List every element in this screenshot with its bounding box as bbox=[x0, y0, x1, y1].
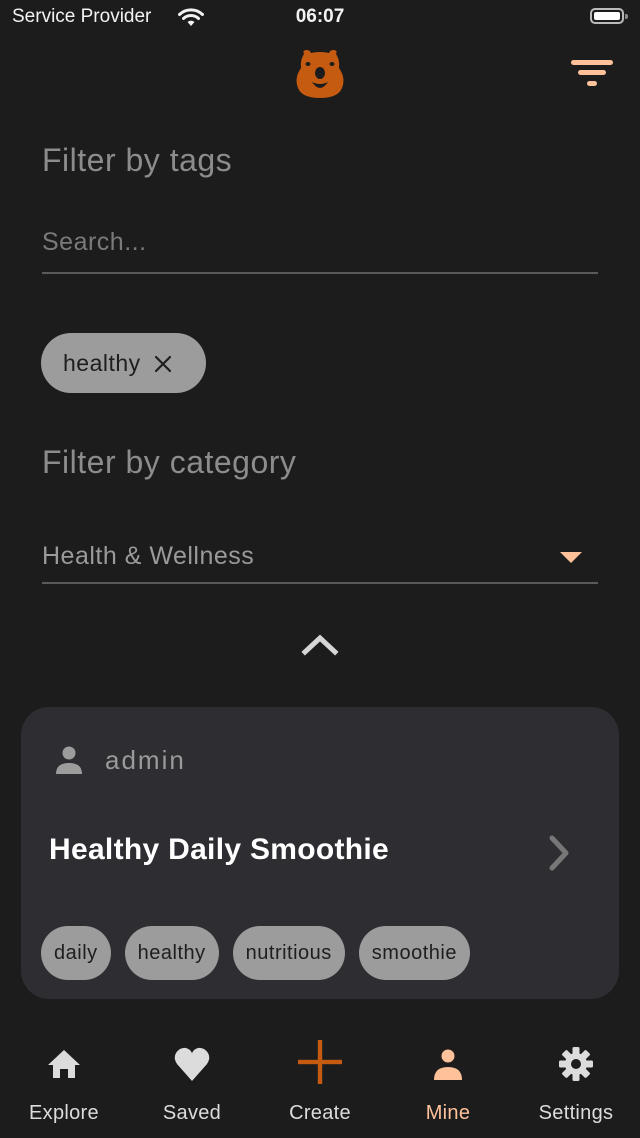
filter-icon bbox=[571, 60, 613, 86]
category-dropdown[interactable]: Health & Wellness bbox=[42, 530, 598, 584]
tag-chip[interactable]: nutritious bbox=[232, 926, 345, 980]
tag-chip[interactable]: healthy bbox=[124, 926, 219, 980]
battery-icon bbox=[590, 8, 628, 24]
collapse-filters-button[interactable] bbox=[300, 630, 340, 660]
caret-down-icon bbox=[560, 552, 582, 563]
chevron-right-icon[interactable] bbox=[545, 833, 573, 878]
tab-label: Create bbox=[289, 1102, 351, 1124]
selected-tag-chip[interactable]: healthy bbox=[41, 333, 206, 393]
tag-chip[interactable]: smoothie bbox=[358, 926, 470, 980]
tab-bar: Explore Saved Create Mine Settings bbox=[0, 1030, 640, 1138]
tab-explore[interactable]: Explore bbox=[0, 1030, 128, 1138]
card-title: Healthy Daily Smoothie bbox=[49, 833, 390, 866]
tab-settings[interactable]: Settings bbox=[512, 1030, 640, 1138]
tab-label: Mine bbox=[425, 1102, 471, 1124]
clock: 06:07 bbox=[295, 6, 345, 27]
tab-create[interactable]: Create bbox=[256, 1030, 384, 1138]
chevron-up-icon bbox=[301, 634, 339, 656]
filter-button[interactable] bbox=[568, 56, 616, 96]
author-name: admin bbox=[105, 745, 186, 775]
plus-icon bbox=[298, 1040, 342, 1084]
status-bar: Service Provider 06:07 bbox=[0, 0, 640, 36]
close-icon[interactable] bbox=[153, 353, 173, 373]
bear-logo-icon bbox=[294, 48, 346, 100]
card-tag-list: daily healthy nutritious smoothie bbox=[41, 926, 470, 980]
heart-icon bbox=[174, 1047, 210, 1081]
home-icon bbox=[48, 1050, 80, 1078]
tag-chip[interactable]: daily bbox=[41, 926, 111, 980]
tab-mine[interactable]: Mine bbox=[384, 1030, 512, 1138]
result-card[interactable]: admin Healthy Daily Smoothie daily healt… bbox=[21, 707, 619, 999]
selected-tag-label: healthy bbox=[63, 349, 141, 376]
person-icon bbox=[434, 1049, 462, 1080]
tag-search-input[interactable] bbox=[42, 212, 598, 274]
tab-label: Saved bbox=[162, 1102, 222, 1124]
tab-label: Settings bbox=[538, 1102, 614, 1124]
tab-label: Explore bbox=[29, 1102, 99, 1124]
gear-icon bbox=[559, 1047, 593, 1081]
filter-by-category-heading: Filter by category bbox=[42, 444, 297, 480]
user-icon bbox=[54, 745, 84, 780]
category-selected-value: Health & Wellness bbox=[42, 542, 255, 570]
filter-by-tags-heading: Filter by tags bbox=[42, 142, 233, 178]
tab-saved[interactable]: Saved bbox=[128, 1030, 256, 1138]
